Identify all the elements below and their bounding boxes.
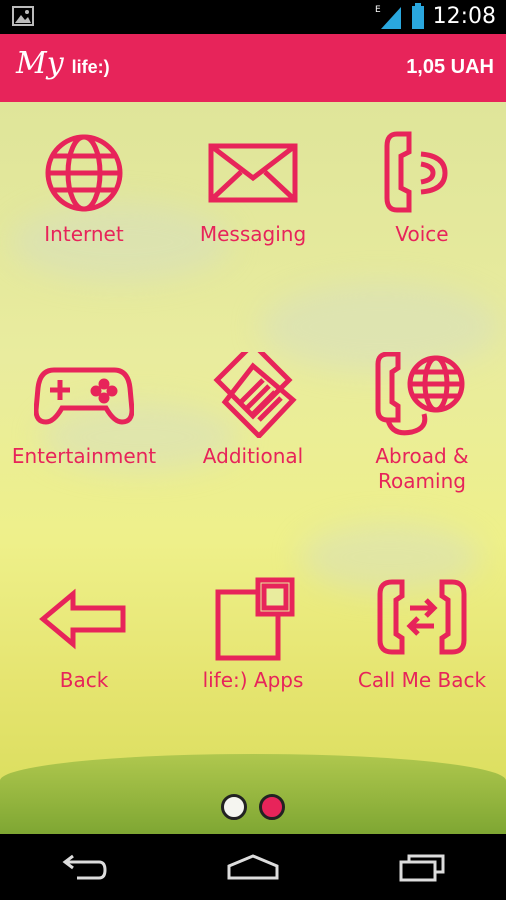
phone-globe-icon bbox=[375, 352, 465, 436]
gamepad-icon bbox=[34, 367, 134, 425]
main-grid: Internet Messaging Voice Entertainment A… bbox=[0, 102, 506, 834]
home-icon bbox=[227, 854, 279, 880]
signal-icon: E bbox=[375, 5, 401, 29]
nav-back-button[interactable] bbox=[44, 842, 124, 892]
brand-life: life:) bbox=[71, 57, 110, 77]
brand-logo: My life:) bbox=[16, 46, 110, 81]
phone-voice-icon bbox=[384, 131, 448, 213]
tile-voice[interactable]: Voice bbox=[338, 130, 506, 247]
app-header: My life:) 1,05 UAH bbox=[0, 34, 506, 102]
brand-my: My bbox=[16, 46, 64, 81]
nav-home-button[interactable] bbox=[213, 842, 293, 892]
tile-back[interactable]: Back bbox=[0, 576, 168, 693]
tile-label: Call Me Back bbox=[357, 668, 487, 692]
balance-display: 1,05 UAH bbox=[406, 56, 494, 78]
back-arrow-icon bbox=[39, 588, 126, 650]
tile-additional[interactable]: Additional bbox=[169, 352, 337, 469]
page-dot-1[interactable] bbox=[221, 794, 247, 820]
call-me-back-icon bbox=[377, 579, 467, 655]
tile-messaging[interactable]: Messaging bbox=[169, 130, 337, 247]
page-dot-2[interactable] bbox=[259, 794, 285, 820]
gallery-notification-icon bbox=[12, 6, 34, 31]
navigation-bar bbox=[0, 834, 506, 900]
additional-services-icon bbox=[213, 352, 297, 438]
tile-label-line1: Abroad & bbox=[375, 444, 469, 468]
tile-entertainment[interactable]: Entertainment bbox=[0, 352, 168, 469]
clock: 12:08 bbox=[432, 3, 496, 29]
tile-label: Internet bbox=[44, 222, 124, 246]
tile-label: Abroad & Roaming bbox=[338, 444, 506, 494]
tile-abroad-roaming[interactable]: Abroad & Roaming bbox=[338, 352, 506, 494]
battery-icon bbox=[411, 3, 424, 29]
tile-label: Messaging bbox=[199, 222, 307, 246]
globe-icon bbox=[45, 134, 123, 212]
tile-label: life:) Apps bbox=[202, 668, 304, 692]
tile-label: Additional bbox=[202, 444, 304, 468]
apps-icon bbox=[215, 577, 295, 661]
tile-label-line2: Roaming bbox=[378, 469, 466, 493]
tile-label: Voice bbox=[395, 222, 449, 246]
tile-life-apps[interactable]: life:) Apps bbox=[169, 576, 337, 693]
tile-label: Back bbox=[59, 668, 109, 692]
envelope-icon bbox=[208, 143, 298, 203]
page-indicator bbox=[0, 794, 506, 820]
tile-label: Entertainment bbox=[11, 444, 157, 468]
nav-recents-button[interactable] bbox=[382, 842, 462, 892]
svg-text:E: E bbox=[375, 5, 381, 15]
status-bar: E 12:08 bbox=[0, 0, 506, 34]
recents-icon bbox=[399, 854, 445, 882]
back-icon bbox=[62, 854, 107, 880]
tile-call-me-back[interactable]: Call Me Back bbox=[338, 576, 506, 693]
tile-internet[interactable]: Internet bbox=[0, 130, 168, 247]
